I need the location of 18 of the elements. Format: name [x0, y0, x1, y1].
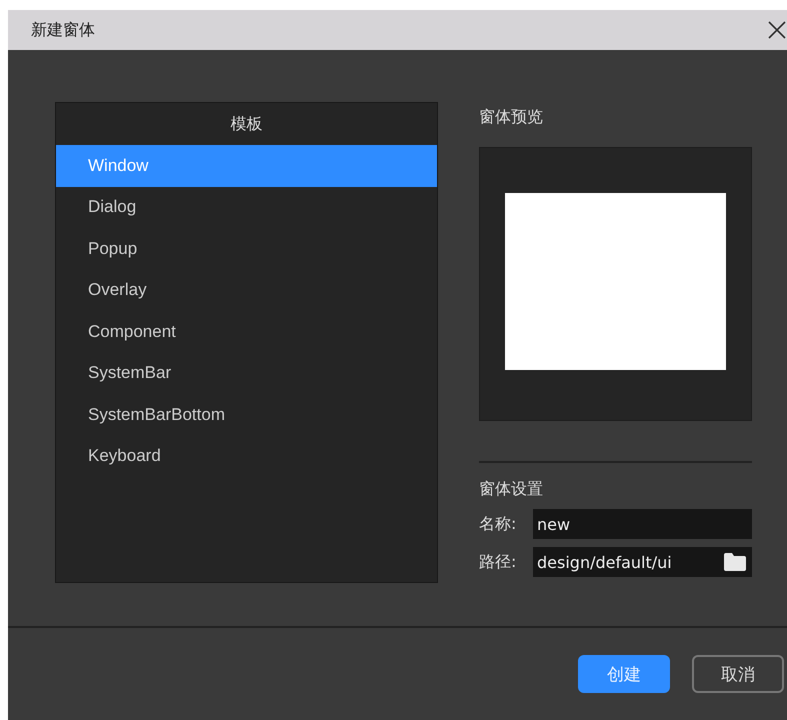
template-item[interactable]: Overlay: [56, 270, 437, 311]
window-title: 新建窗体: [31, 20, 95, 40]
preview-label: 窗体预览: [479, 107, 544, 128]
settings-label: 窗体设置: [479, 479, 544, 500]
folder-icon[interactable]: [724, 553, 746, 571]
cancel-button[interactable]: 取消: [692, 655, 784, 693]
template-item[interactable]: Dialog: [56, 186, 437, 228]
template-item[interactable]: Popup: [56, 228, 437, 270]
template-item[interactable]: Component: [56, 311, 437, 352]
list-header: 模板: [230, 112, 264, 134]
input-field[interactable]: new: [533, 509, 752, 539]
close-icon[interactable]: [767, 20, 787, 40]
field-label: 路径:: [479, 552, 518, 572]
field-label: 名称:: [479, 514, 518, 534]
template-item[interactable]: SystemBar: [56, 352, 437, 394]
input-field[interactable]: design/default/ui: [533, 547, 752, 577]
template-item[interactable]: Keyboard: [56, 436, 437, 477]
template-item[interactable]: SystemBarBottom: [56, 394, 437, 436]
